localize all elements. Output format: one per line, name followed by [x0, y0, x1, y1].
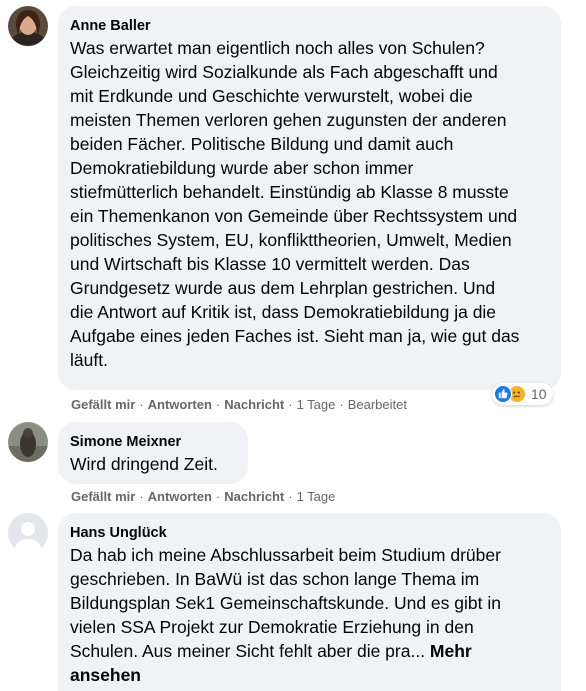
reply-link[interactable]: Antworten: [148, 397, 212, 412]
separator-dot: ·: [215, 489, 221, 504]
timestamp[interactable]: 1 Tage: [297, 489, 336, 504]
profile-photo-icon: [8, 422, 48, 462]
text-line: Da hab ich meine Abschlussarbeit beim St…: [70, 545, 501, 565]
text-line-part: Schulen. Aus meiner Sicht fehlt aber die…: [70, 641, 430, 661]
text-line: ansehen: [70, 663, 549, 687]
separator-dot: ·: [139, 489, 144, 504]
text-line: vielen SSA Projekt zur Demokratie Erzieh…: [70, 617, 474, 637]
message-link[interactable]: Nachricht: [224, 489, 284, 504]
avatar[interactable]: [8, 422, 48, 462]
like-link[interactable]: Gefällt mir: [71, 489, 135, 504]
reactions-summary[interactable]: 10: [492, 383, 553, 405]
text-line: geschrieben. In BaWü ist das schon lange…: [70, 569, 480, 589]
separator-dot: ·: [139, 397, 144, 412]
comment-text: Wird dringend Zeit.: [70, 452, 236, 476]
comment-actions: Gefällt mir · Antworten · Nachricht · 1 Tage: [71, 489, 335, 505]
separator-dot: ·: [288, 489, 293, 504]
see-more-link[interactable]: Mehr: [430, 641, 472, 661]
comment-actions: Gefällt mir · Antworten · Nachricht · 1 Tage · B…: [71, 397, 407, 413]
edited-label: Bearbeitet: [347, 397, 407, 412]
text-line: Demokratiebildung wurde aber schon immer: [70, 158, 414, 178]
text-line: mit Erdkunde und Geschichte verwurstelt,…: [70, 86, 473, 106]
like-link[interactable]: Gefällt mir: [71, 397, 135, 412]
message-link[interactable]: Nachricht: [224, 397, 284, 412]
reply-link[interactable]: Antworten: [148, 489, 212, 504]
text-line: politisches System, EU, konflikttheorien…: [70, 230, 512, 250]
avatar[interactable]: [8, 6, 48, 46]
text-line: Grundgesetz wurde aus dem Lehrplan gestr…: [70, 278, 496, 298]
text-line: die Antwort auf Kritik ist, dass Demokra…: [70, 302, 497, 322]
text-line: stiefmütterlich behandelt. Einstündig ab…: [70, 182, 509, 202]
text-line: Aufgabe eines jeden Faches ist. Sieht ma…: [70, 326, 520, 346]
text-line: Wird dringend Zeit.: [70, 454, 218, 474]
timestamp[interactable]: 1 Tage: [297, 397, 336, 412]
reaction-count: 10: [531, 386, 547, 402]
separator-dot: ·: [215, 397, 221, 412]
author-name[interactable]: Anne Baller: [70, 16, 549, 36]
comment-text: Da hab ich meine Abschlussarbeit beim St…: [70, 543, 549, 687]
author-name[interactable]: Simone Meixner: [70, 432, 236, 452]
comment-bubble: Simone Meixner Wird dringend Zeit.: [58, 422, 248, 484]
text-line: läuft.: [70, 350, 108, 370]
see-more-link-cont[interactable]: ansehen: [70, 665, 141, 685]
text-line: meisten Themen verloren gehen zugunsten …: [70, 110, 507, 130]
separator-dot: ·: [339, 397, 344, 412]
text-line: beiden Fächer. Politische Bildung und da…: [70, 134, 454, 154]
profile-photo-icon: [8, 6, 48, 46]
text-line: Was erwartet man eigentlich noch alles v…: [70, 38, 485, 58]
like-icon: [494, 385, 512, 403]
author-name[interactable]: Hans Unglück: [70, 523, 549, 543]
text-line: und Wirtschaft bis Klasse 10 vermittelt …: [70, 254, 470, 274]
separator-dot: ·: [288, 397, 293, 412]
comment-bubble: Anne Baller Was erwartet man eigentlich …: [58, 6, 561, 390]
comment-bubble: Hans Unglück Da hab ich meine Abschlussa…: [58, 513, 561, 691]
text-line: Gleichzeitig wird Sozialkunde als Fach a…: [70, 62, 498, 82]
comment-text: Was erwartet man eigentlich noch alles v…: [70, 36, 549, 372]
default-avatar-icon: [8, 513, 48, 553]
text-line: Schulen. Aus meiner Sicht fehlt aber die…: [70, 639, 549, 663]
avatar[interactable]: [8, 513, 48, 553]
text-line: Bildungsplan Sek1 Gemeinschaftskunde. Un…: [70, 593, 501, 613]
text-line: ein Themenkanon von Gemeinde über Rechts…: [70, 206, 518, 226]
